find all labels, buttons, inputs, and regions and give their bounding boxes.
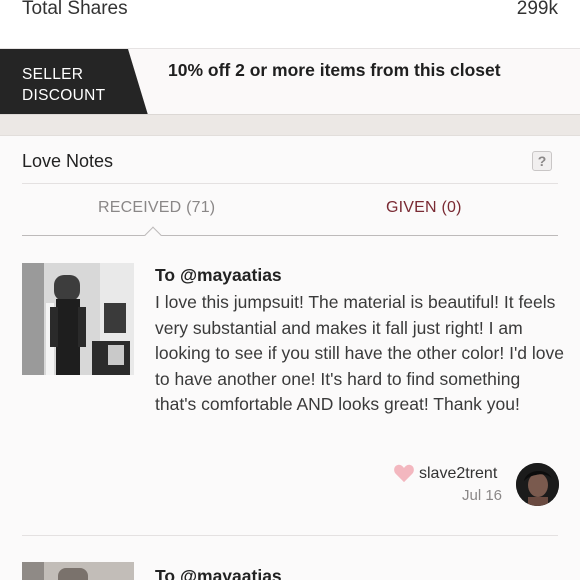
help-icon[interactable]: ? <box>532 151 552 171</box>
note-recipient[interactable]: To @mayaatias <box>155 265 282 286</box>
note-date: Jul 16 <box>462 487 503 504</box>
listing-thumbnail-image <box>22 562 134 580</box>
avatar-image <box>516 463 559 506</box>
title-divider <box>22 183 558 184</box>
tab-given[interactable]: GIVEN (0) <box>386 199 462 217</box>
card-divider <box>22 535 558 536</box>
tab-received[interactable]: RECEIVED (71) <box>98 199 215 217</box>
seller-discount-tag-line1: SELLER <box>22 66 84 83</box>
total-shares-value: 299k <box>516 0 558 19</box>
tab-given-label: GIVEN <box>386 199 437 216</box>
listing-thumbnail[interactable] <box>22 562 134 580</box>
avatar[interactable] <box>516 463 559 506</box>
tab-given-count: (0) <box>441 199 462 216</box>
seller-discount-banner: SELLER DISCOUNT <box>0 48 580 115</box>
love-notes-title: Love Notes <box>22 151 114 171</box>
total-shares-label: Total Shares <box>22 0 128 19</box>
seller-discount-tag: SELLER DISCOUNT <box>0 49 148 115</box>
note-recipient[interactable]: To @mayaatias <box>155 566 282 580</box>
seller-discount-tag-line2: DISCOUNT <box>22 87 106 104</box>
total-shares-row: Total Shares 299k <box>0 0 580 48</box>
heart-icon <box>394 464 414 483</box>
section-separator <box>0 114 580 136</box>
seller-discount-text: 10% off 2 or more items from this closet <box>168 60 501 80</box>
tabs-divider <box>22 235 558 236</box>
listing-thumbnail-image <box>22 263 134 375</box>
seller-discount-tag-text: SELLER DISCOUNT <box>22 64 105 106</box>
listing-thumbnail[interactable] <box>22 263 134 375</box>
tab-received-label: RECEIVED <box>98 199 182 216</box>
note-author-username[interactable]: slave2trent <box>419 465 497 483</box>
note-body: I love this jumpsuit! The material is be… <box>155 292 564 414</box>
tab-received-count: (71) <box>186 199 216 216</box>
